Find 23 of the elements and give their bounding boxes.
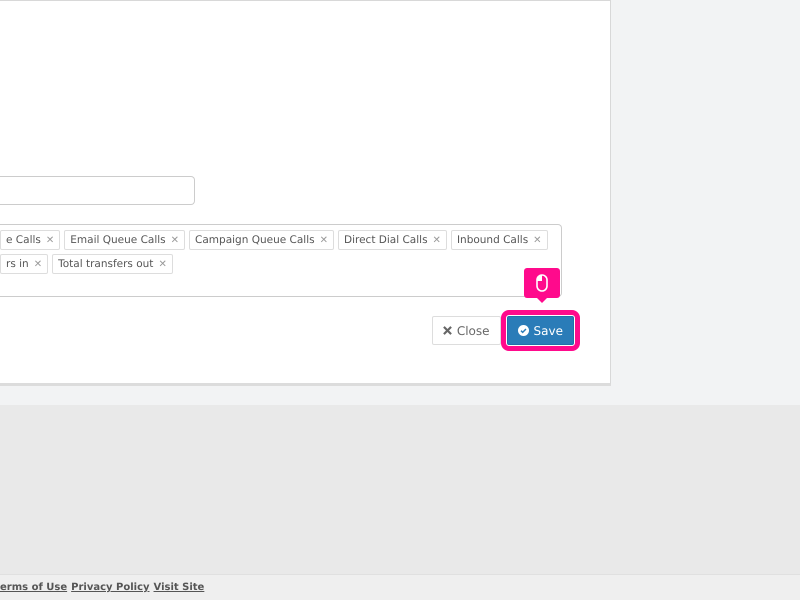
mouse-icon — [536, 274, 548, 292]
footer-link[interactable]: erms of Use — [0, 582, 68, 593]
tag: Direct Dial Calls ✕ — [338, 230, 447, 250]
footer-link[interactable]: Privacy Policy — [71, 582, 150, 593]
tag: Total transfers out ✕ — [52, 254, 173, 274]
footer-link[interactable]: Visit Site — [154, 582, 204, 593]
tag: Inbound Calls ✕ — [450, 230, 548, 250]
remove-tag-button[interactable]: ✕ — [34, 258, 42, 270]
remove-tag-button[interactable]: ✕ — [432, 234, 441, 246]
remove-tag-button[interactable]: ✕ — [533, 234, 542, 246]
x-icon — [442, 326, 452, 335]
tag-input-field[interactable]: e Calls ✕ Email Queue Calls ✕ Campaign Queue Calls ✕ Direct Dial Calls ✕ Inbound Calls ✕ rs in ✕ Total transfers out ✕ — [0, 224, 562, 297]
tag: rs in ✕ — [0, 254, 48, 274]
tag: e Calls ✕ — [0, 230, 60, 250]
remove-tag-button[interactable]: ✕ — [320, 234, 328, 246]
tag: Campaign Queue Calls ✕ — [189, 230, 334, 250]
close-button[interactable]: Close — [432, 316, 501, 345]
remove-tag-button[interactable]: ✕ — [158, 258, 167, 270]
tag: Email Queue Calls ✕ — [64, 230, 186, 250]
check-circle-icon — [518, 325, 529, 336]
remove-tag-button[interactable]: ✕ — [170, 234, 180, 246]
remove-tag-button[interactable]: ✕ — [46, 234, 54, 246]
input-field[interactable] — [0, 176, 195, 205]
